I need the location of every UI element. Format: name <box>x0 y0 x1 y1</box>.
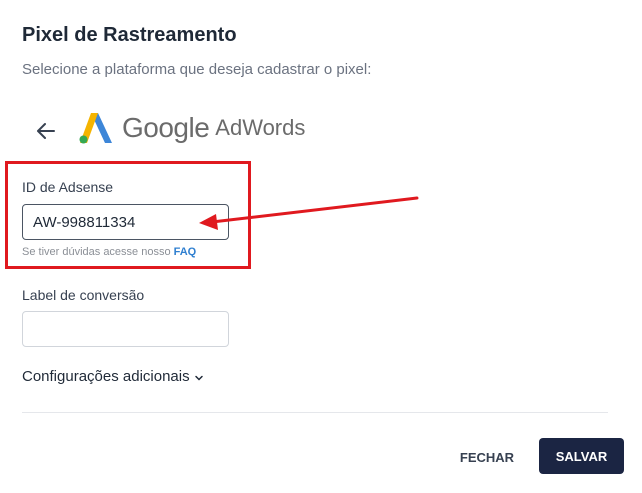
arrow-left-icon <box>37 123 55 139</box>
page-subtitle: Selecione a plataforma que deseja cadast… <box>22 61 372 78</box>
conversion-label-input[interactable] <box>22 311 229 347</box>
hint-text: Se tiver dúvidas acesse nosso <box>22 246 171 258</box>
advanced-settings-label: Configurações adicionais <box>22 368 190 385</box>
conversion-label-label: Label de conversão <box>22 287 145 303</box>
back-button[interactable] <box>34 119 58 143</box>
chevron-down-icon <box>194 375 203 381</box>
advanced-settings-toggle[interactable]: Configurações adicionais <box>22 368 204 385</box>
adsense-id-label: ID de Adsense <box>22 179 114 195</box>
faq-hint: Se tiver dúvidas acesse nosso FAQ <box>22 246 196 258</box>
close-button[interactable]: FECHAR <box>450 440 524 474</box>
adsense-id-input[interactable] <box>22 204 229 240</box>
logo-adwords-text: AdWords <box>215 115 306 140</box>
faq-link[interactable]: FAQ <box>174 246 197 258</box>
footer-divider <box>22 412 608 413</box>
logo-google-text: Google <box>122 112 210 143</box>
adwords-logo-icon <box>79 113 112 144</box>
save-button[interactable]: SALVAR <box>539 438 624 474</box>
page-title: Pixel de Rastreamento <box>22 24 237 46</box>
google-adwords-logo: Google AdWords <box>78 110 305 146</box>
